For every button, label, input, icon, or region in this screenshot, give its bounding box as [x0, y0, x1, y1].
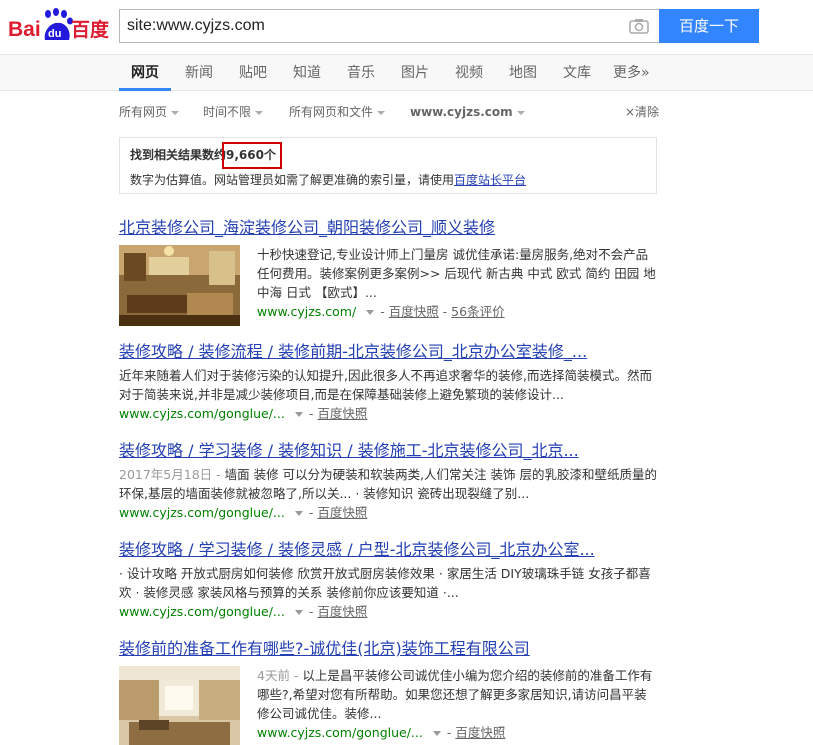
- tab-map[interactable]: 地图: [509, 55, 537, 91]
- filter-time[interactable]: 时间不限: [203, 103, 264, 121]
- filter-site[interactable]: www.cyjzs.com: [410, 103, 525, 121]
- separator: -: [380, 304, 389, 319]
- search-input[interactable]: [127, 10, 617, 42]
- result-title-link[interactable]: 装修前的准备工作有哪些?-诚优佳(北京)装饰工程有限公司: [119, 639, 659, 659]
- camera-icon[interactable]: [629, 18, 649, 34]
- webmaster-platform-link[interactable]: 百度站长平台: [454, 173, 526, 187]
- caret-down-icon[interactable]: [432, 731, 441, 736]
- result-abstract: · 设计攻略 开放式厨房如何装修 欣赏开放式厨房装修效果 · 家居生活 DIY玻…: [119, 566, 651, 600]
- result-thumbnail[interactable]: [119, 245, 240, 326]
- search-result: 北京装修公司_海淀装修公司_朝阳装修公司_顺义装修 十秒快速登记,专业设计师上门…: [119, 218, 659, 326]
- caret-down-icon[interactable]: [294, 412, 303, 417]
- snapshot-link[interactable]: 百度快照: [317, 406, 367, 421]
- snapshot-link[interactable]: 百度快照: [455, 725, 505, 740]
- search-result: 装修攻略 / 学习装修 / 装修知识 / 装修施工-北京装修公司_北京... 2…: [119, 441, 659, 522]
- tab-wenku[interactable]: 文库: [563, 55, 591, 91]
- logo-text-cn: 百度: [71, 18, 110, 41]
- search-tabs: 网页 新闻 贴吧 知道 音乐 图片 视频 地图 文库 更多»: [0, 54, 813, 91]
- logo-text-du: du: [48, 28, 61, 40]
- result-thumbnail[interactable]: [119, 666, 240, 745]
- result-url: www.cyjzs.com/gonglue/...: [119, 505, 285, 520]
- tab-news[interactable]: 新闻: [185, 55, 213, 91]
- search-result: 装修攻略 / 学习装修 / 装修灵感 / 户型-北京装修公司_北京办公室... …: [119, 540, 659, 621]
- tab-tieba[interactable]: 贴吧: [239, 55, 267, 91]
- filter-page-type[interactable]: 所有网页: [119, 103, 180, 121]
- caret-down-icon[interactable]: [294, 610, 303, 615]
- result-count-label: 找到相关结果数约: [130, 148, 227, 162]
- filter-label: 所有网页: [119, 105, 168, 119]
- highlight-box: [222, 142, 282, 169]
- filter-label: 时间不限: [203, 105, 252, 119]
- filter-file-type[interactable]: 所有网页和文件: [289, 103, 386, 121]
- filter-label: 所有网页和文件: [289, 105, 374, 119]
- clear-filters-button[interactable]: ×清除: [625, 103, 659, 121]
- result-url: www.cyjzs.com/gonglue/...: [119, 406, 285, 421]
- tab-more[interactable]: 更多»: [613, 55, 650, 91]
- tab-zhidao[interactable]: 知道: [293, 55, 321, 91]
- result-title-link[interactable]: 装修攻略 / 学习装修 / 装修灵感 / 户型-北京装修公司_北京办公室...: [119, 540, 659, 560]
- result-url: www.cyjzs.com/: [257, 304, 357, 319]
- separator: -: [438, 304, 452, 319]
- caret-down-icon[interactable]: [294, 511, 303, 516]
- active-tab-indicator: [119, 88, 171, 91]
- result-abstract-text: 以上是昌平装修公司诚优佳小编为您介绍的装修前的准备工作有哪些?,希望对您有所帮助…: [257, 668, 653, 721]
- search-result: 装修攻略 / 装修流程 / 装修前期-北京装修公司_北京办公室装修_... 近年…: [119, 342, 659, 423]
- search-result: 装修前的准备工作有哪些?-诚优佳(北京)装饰工程有限公司 4天前 - 以上是昌平…: [119, 639, 659, 745]
- caret-down-icon[interactable]: [366, 310, 375, 315]
- result-count-note: 数字为估算值。网站管理员如需了解更准确的索引量，请使用百度站长平台: [130, 172, 526, 188]
- search-button[interactable]: 百度一下: [659, 9, 759, 43]
- result-abstract: 2017年5月18日 - 墙面 装修 可以分为硬装和软装两类,人们常关注 装饰 …: [119, 465, 659, 503]
- caret-down-icon: [377, 110, 386, 115]
- result-url: www.cyjzs.com/gonglue/...: [119, 604, 285, 619]
- tab-video[interactable]: 视频: [455, 55, 483, 91]
- result-title-link[interactable]: 装修攻略 / 学习装修 / 装修知识 / 装修施工-北京装修公司_北京...: [119, 441, 659, 461]
- result-url-line: www.cyjzs.com/gonglue/... - 百度快照: [119, 602, 659, 621]
- result-url-line: www.cyjzs.com/gonglue/... - 百度快照: [119, 404, 659, 423]
- result-url-line: www.cyjzs.com/ - 百度快照 - 56条评价: [257, 302, 659, 321]
- baidu-logo[interactable]: Bai du 百度: [8, 6, 112, 46]
- caret-down-icon: [171, 110, 180, 115]
- reviews-link[interactable]: 56条评价: [451, 304, 504, 319]
- result-abstract: 4天前 - 以上是昌平装修公司诚优佳小编为您介绍的装修前的准备工作有哪些?,希望…: [257, 666, 659, 723]
- snapshot-link[interactable]: 百度快照: [389, 304, 439, 319]
- search-filters: 所有网页 时间不限 所有网页和文件 www.cyjzs.com ×清除: [119, 103, 659, 121]
- caret-down-icon: [516, 110, 525, 115]
- header: Bai du 百度 百度一下: [0, 0, 813, 54]
- result-date: 2017年5月18日 -: [119, 467, 225, 482]
- result-title-link[interactable]: 装修攻略 / 装修流程 / 装修前期-北京装修公司_北京办公室装修_...: [119, 342, 659, 362]
- tab-web[interactable]: 网页: [131, 55, 159, 91]
- logo-text-bai: Bai: [8, 18, 41, 41]
- snapshot-link[interactable]: 百度快照: [317, 604, 367, 619]
- result-title-link[interactable]: 北京装修公司_海淀装修公司_朝阳装修公司_顺义装修: [119, 218, 659, 238]
- filter-label: www.cyjzs.com: [410, 105, 513, 119]
- result-count-box: 找到相关结果数约9,660个 数字为估算值。网站管理员如需了解更准确的索引量，请…: [119, 137, 657, 194]
- tab-music[interactable]: 音乐: [347, 55, 375, 91]
- result-url-line: www.cyjzs.com/gonglue/... - 百度快照: [119, 503, 659, 522]
- snapshot-link[interactable]: 百度快照: [317, 505, 367, 520]
- search-box[interactable]: [119, 9, 659, 43]
- result-url-line: www.cyjzs.com/gonglue/... - 百度快照: [257, 723, 659, 742]
- tab-images[interactable]: 图片: [401, 55, 429, 91]
- result-abstract: 近年来随着人们对于装修污染的认知提升,因此很多人不再追求奢华的装修,而选择简装模…: [119, 368, 652, 402]
- count-note-text: 数字为估算值。网站管理员如需了解更准确的索引量，请使用: [130, 173, 455, 187]
- caret-down-icon: [255, 110, 264, 115]
- result-abstract: 十秒快速登记,专业设计师上门量房 诚优佳承诺:量房服务,绝对不会产品任何费用。装…: [257, 247, 656, 300]
- result-date: 4天前 -: [257, 668, 303, 683]
- result-url: www.cyjzs.com/gonglue/...: [257, 725, 423, 740]
